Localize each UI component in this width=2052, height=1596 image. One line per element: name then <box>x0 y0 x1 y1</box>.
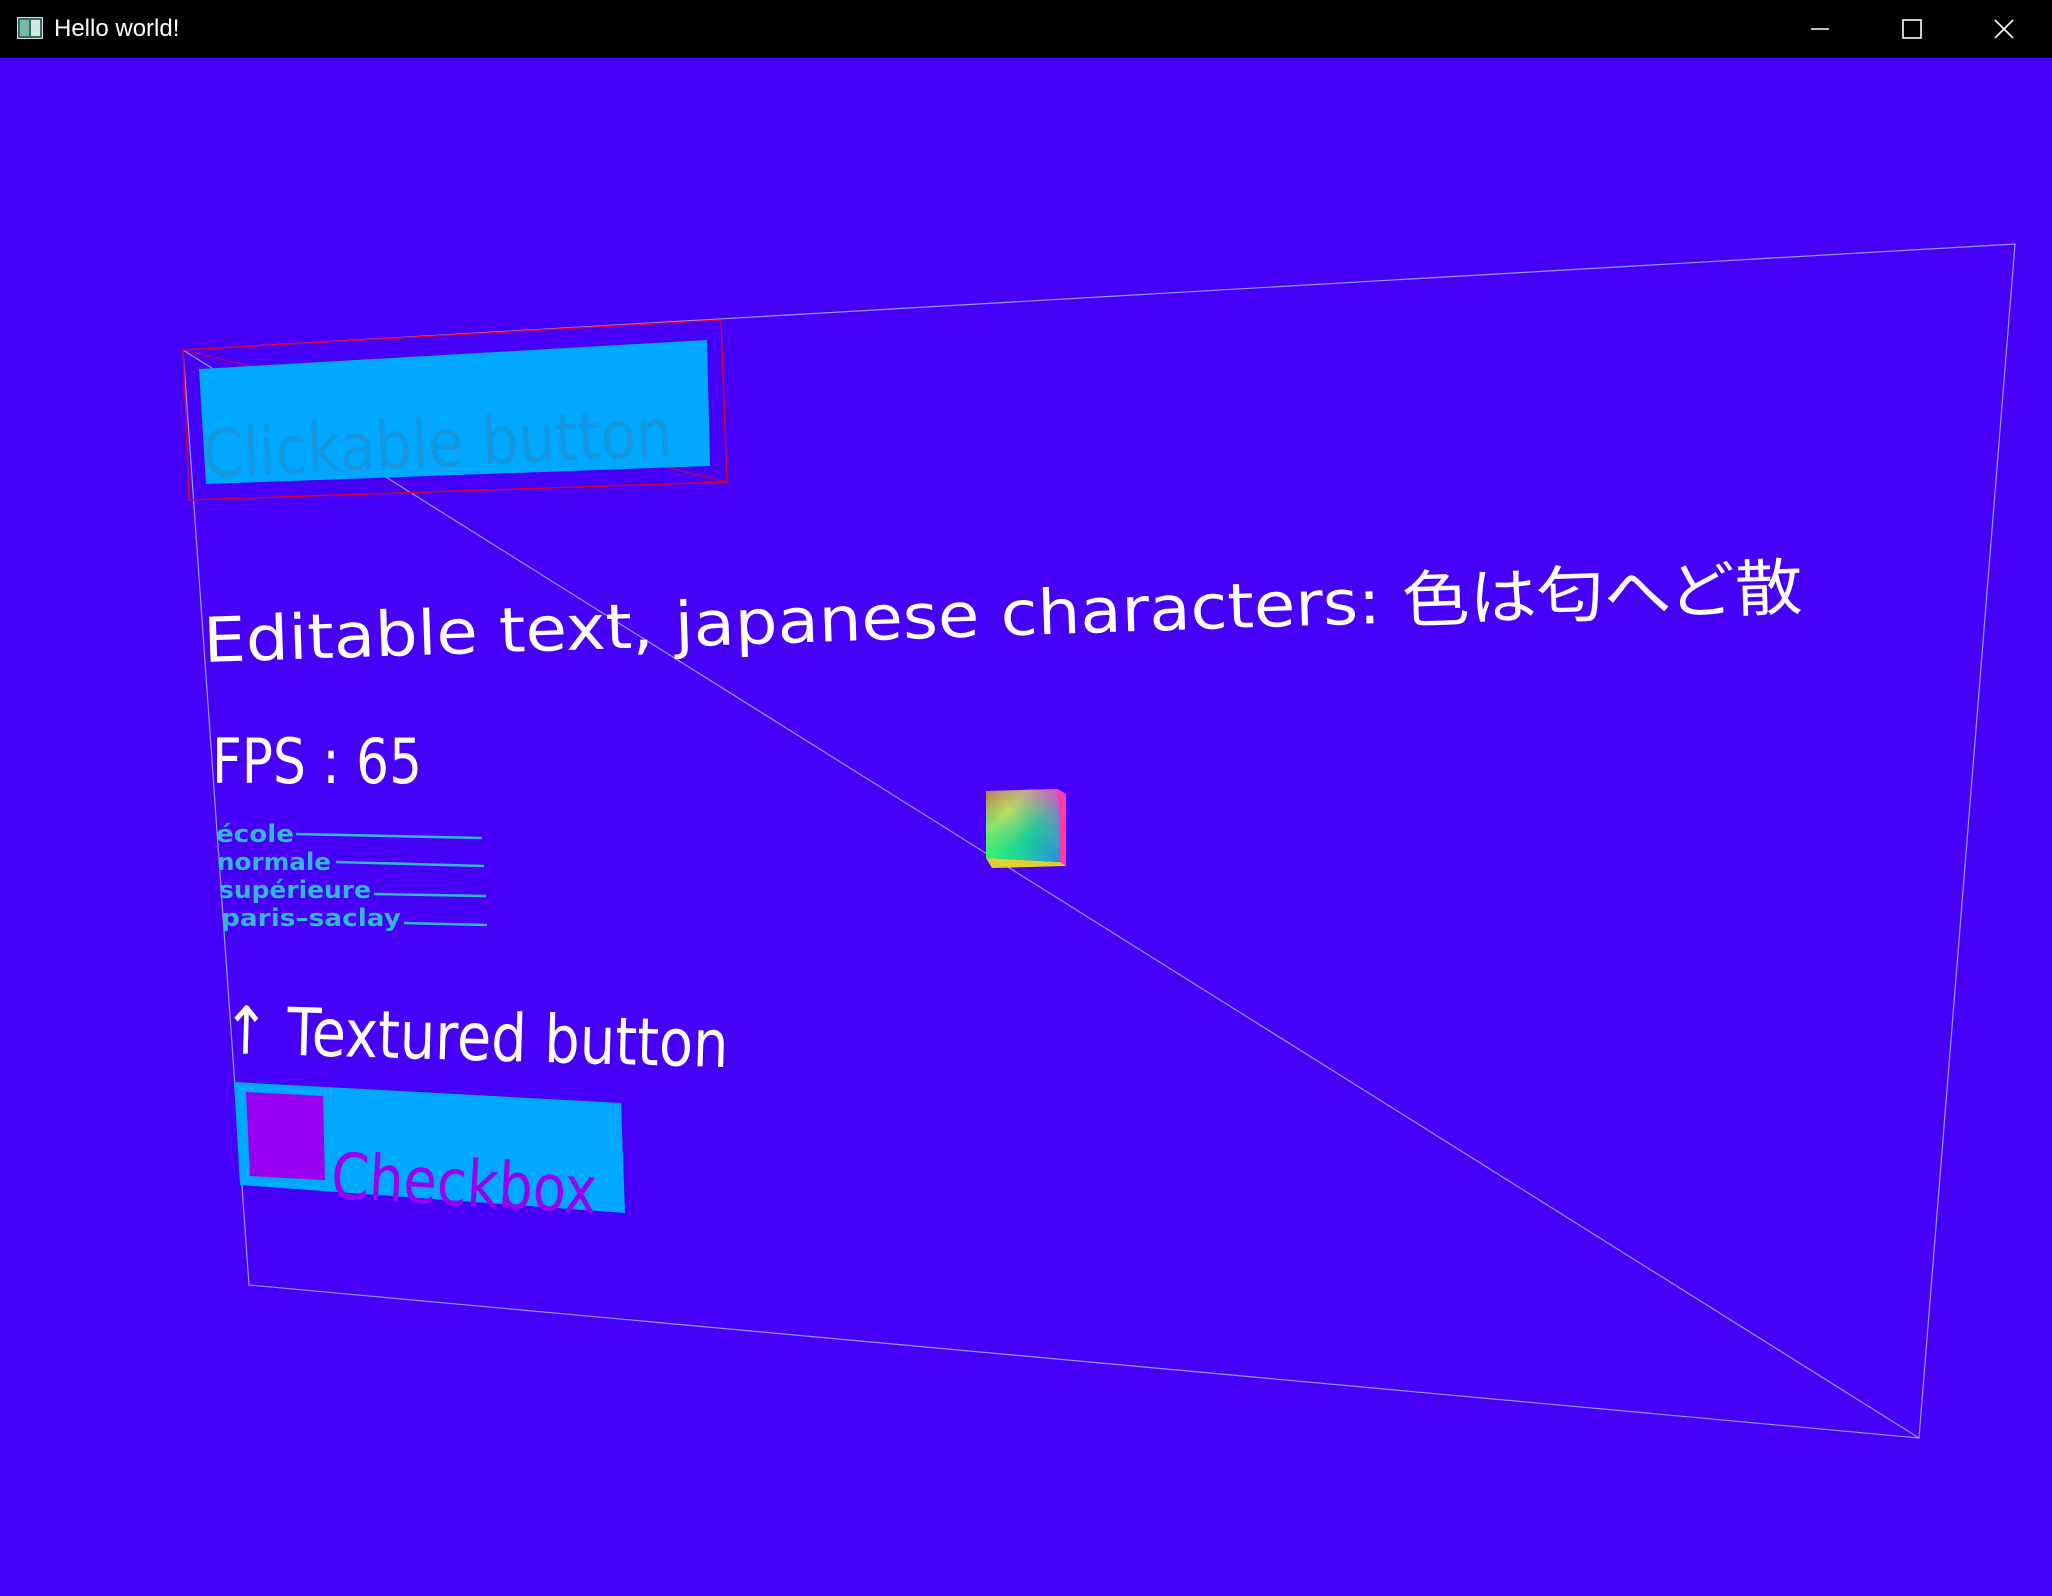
clickable-button[interactable]: Clickable button <box>182 319 728 501</box>
logo-rule-2 <box>335 860 485 868</box>
editable-text-field[interactable]: Editable text, japanese characters: 色は匂へ… <box>202 551 1804 677</box>
logo-rule-4 <box>403 921 488 927</box>
scene-canvas[interactable]: Clickable button Editable text, japanese… <box>0 58 2052 1596</box>
minimize-button[interactable] <box>1774 0 1866 58</box>
app-icon <box>17 17 43 39</box>
textured-button-label[interactable]: ↑ Textured button <box>222 992 730 1083</box>
ens-paris-saclay-logo: école normale supérieure paris–saclay <box>216 820 488 932</box>
logo-line-3: supérieure <box>219 876 371 904</box>
minimize-icon <box>1811 28 1829 30</box>
checkbox[interactable]: Checkbox <box>234 1082 625 1229</box>
maximize-button[interactable] <box>1866 0 1958 58</box>
fps-counter: FPS : 65 <box>212 725 422 798</box>
logo-line-1: école <box>216 820 294 848</box>
logo-line-4: paris–saclay <box>221 904 401 932</box>
cube-front-overlay <box>986 789 1060 862</box>
logo-rule-3 <box>373 892 487 898</box>
logo-rule-1 <box>295 832 483 840</box>
checkbox-label: Checkbox <box>329 1140 599 1229</box>
close-icon <box>1994 19 2014 39</box>
render-viewport[interactable]: Clickable button Editable text, japanese… <box>0 58 2052 1596</box>
window-title: Hello world! <box>54 15 180 42</box>
window-titlebar[interactable]: Hello world! <box>0 0 2052 58</box>
gradient-cube <box>986 789 1066 868</box>
maximize-icon <box>1902 19 1922 39</box>
logo-line-2: normale <box>217 848 331 876</box>
checkbox-box[interactable] <box>246 1092 325 1180</box>
close-button[interactable] <box>1958 0 2050 58</box>
